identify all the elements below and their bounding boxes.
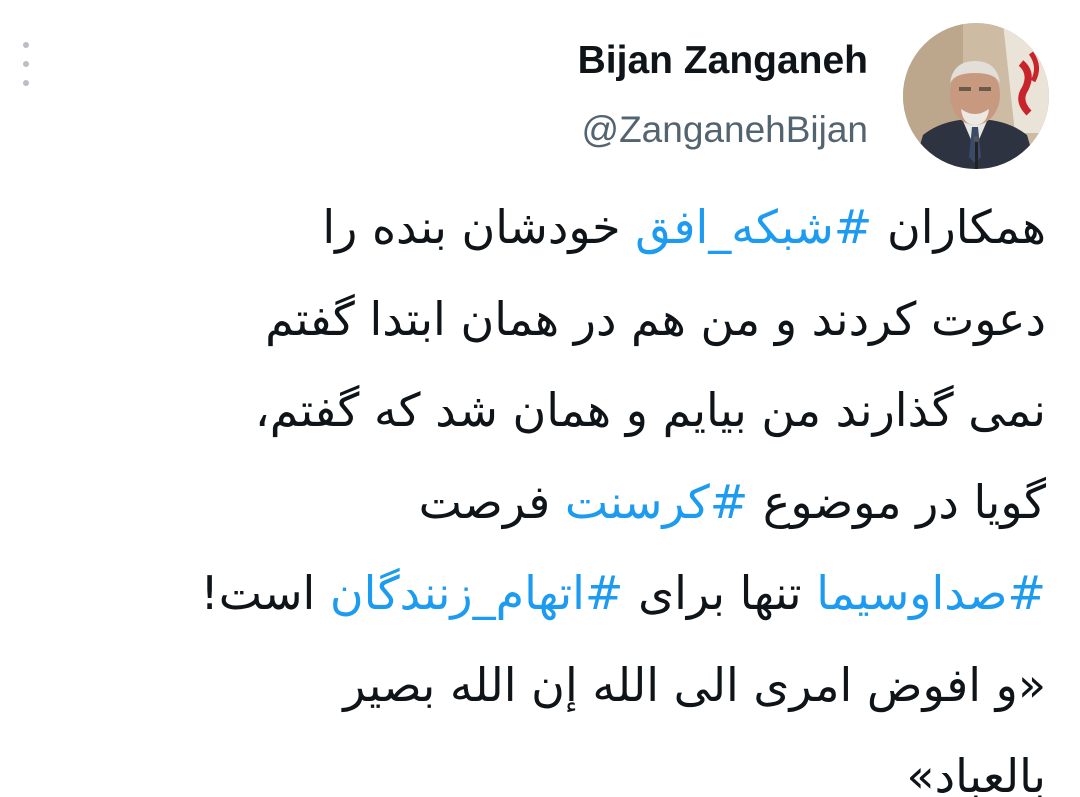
avatar[interactable] (903, 23, 1049, 169)
hashtag-link[interactable]: #اتهام_زنندگان (330, 566, 624, 620)
tweet-card: Bijan Zanganeh @ZanganehBijan همکاران #ش… (0, 0, 1080, 797)
profile-photo-icon (903, 23, 1049, 169)
author-display-name[interactable]: Bijan Zanganeh (578, 36, 868, 86)
tweet-line: بالعباد» (906, 749, 1046, 797)
tweet-line: #صداوسیما تنها برای #اتهام_زنندگان است! (200, 566, 1046, 620)
author-handle[interactable]: @ZanganehBijan (582, 106, 868, 154)
more-options-icon[interactable] (14, 42, 38, 86)
tweet-line: نمی گذارند من بیایم و همان شد که گفتم، (254, 383, 1046, 437)
hashtag-link[interactable]: #صداوسیما (816, 566, 1046, 620)
tweet-line: دعوت کردند و من هم در همان ابتدا گفتم (265, 291, 1046, 346)
tweet-line: گویا در موضوع #کرسنت فرصت (418, 474, 1046, 529)
hashtag-link[interactable]: #کرسنت (565, 475, 748, 529)
tweet-text: همکاران #شبکه_افق خودشان بنده را دعوت کر… (6, 182, 1046, 797)
hashtag-link[interactable]: #شبکه_افق (635, 200, 872, 254)
tweet-line: «و افوض امری الی الله إن الله بصیر (343, 657, 1046, 712)
tweet-line: همکاران #شبکه_افق خودشان بنده را (322, 200, 1046, 254)
